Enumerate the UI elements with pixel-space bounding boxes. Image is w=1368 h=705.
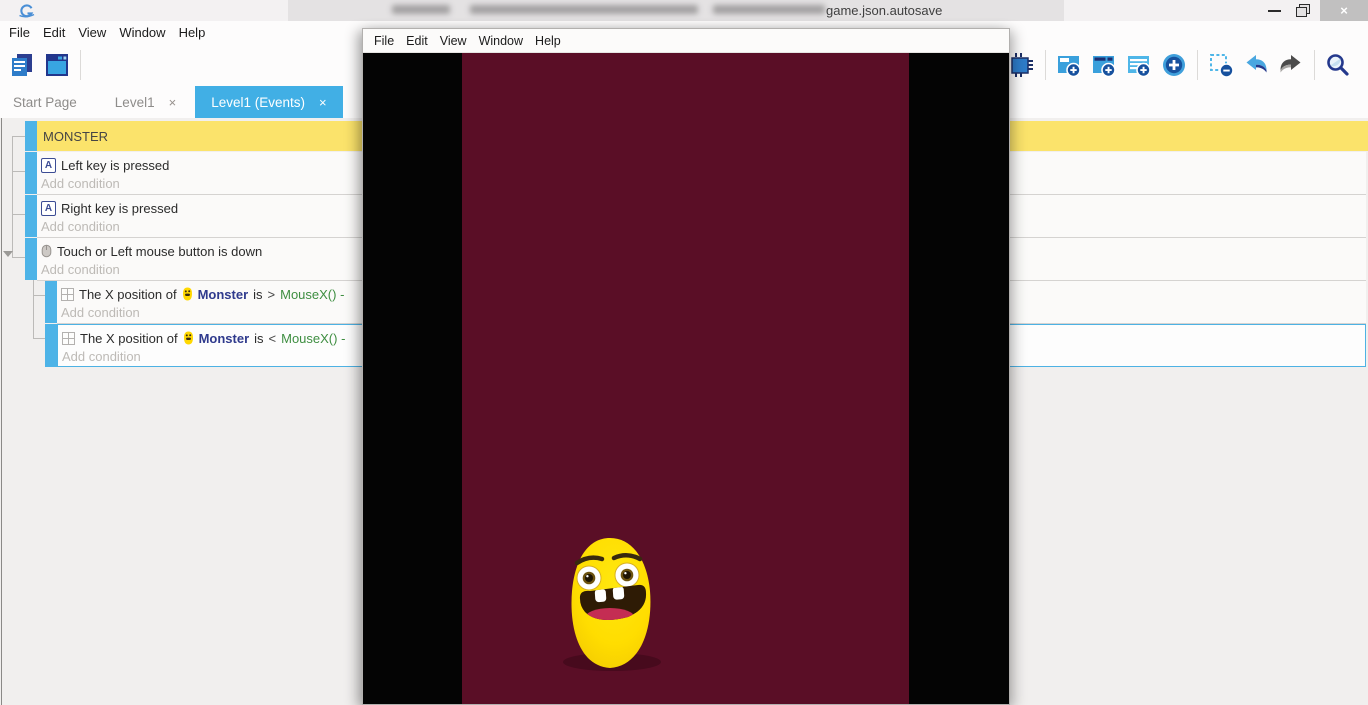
restore-button[interactable] xyxy=(1296,4,1311,17)
redacted-title-area: game.json.autosave xyxy=(288,0,1064,21)
project-manager-button[interactable] xyxy=(6,49,38,81)
event-handle[interactable] xyxy=(25,152,37,194)
preview-menu-edit[interactable]: Edit xyxy=(406,34,428,48)
search-button[interactable] xyxy=(1322,49,1354,81)
condition-text: is xyxy=(254,331,263,346)
project-manager-icon xyxy=(9,52,35,78)
object-name[interactable]: Monster xyxy=(199,331,250,346)
toolbar-separator xyxy=(1197,50,1198,80)
add-comment-icon xyxy=(1126,52,1152,78)
scene-window-button[interactable] xyxy=(41,49,73,81)
operator[interactable]: < xyxy=(269,331,277,346)
monster-object-icon xyxy=(182,287,193,301)
redo-icon xyxy=(1278,52,1304,78)
tab-level1[interactable]: Level1 × xyxy=(102,86,189,118)
game-preview-window: File Edit View Window Help xyxy=(362,28,1010,705)
tree-line xyxy=(33,295,45,296)
preview-menu-window[interactable]: Window xyxy=(479,34,523,48)
monster-object-icon xyxy=(183,331,194,345)
tree-line xyxy=(12,171,25,172)
object-name[interactable]: Monster xyxy=(198,287,249,302)
add-other-event-button[interactable] xyxy=(1158,49,1190,81)
add-comment-button[interactable] xyxy=(1123,49,1155,81)
add-sub-event-icon xyxy=(1091,52,1117,78)
tree-line xyxy=(33,338,45,339)
preview-menu-bar: File Edit View Window Help xyxy=(363,29,1009,53)
redo-button[interactable] xyxy=(1275,49,1307,81)
delete-event-icon xyxy=(1208,52,1234,78)
menu-window[interactable]: Window xyxy=(119,25,165,40)
add-event-icon xyxy=(1056,52,1082,78)
undo-button[interactable] xyxy=(1240,49,1272,81)
panel-left-border xyxy=(1,118,2,705)
delete-event-button[interactable] xyxy=(1205,49,1237,81)
event-handle[interactable] xyxy=(25,121,37,151)
condition-text[interactable]: Touch or Left mouse button is down xyxy=(57,244,262,259)
comment-text: MONSTER xyxy=(43,129,108,144)
event-handle[interactable] xyxy=(25,238,37,280)
position-icon xyxy=(61,288,74,301)
title-bar: game.json.autosave × xyxy=(0,0,1368,21)
condition-text[interactable]: The X position of xyxy=(79,287,177,302)
toolbar-separator xyxy=(80,50,81,80)
condition-text[interactable]: Right key is pressed xyxy=(61,201,178,216)
search-icon xyxy=(1325,52,1351,78)
window-title: game.json.autosave xyxy=(826,3,942,18)
tree-line xyxy=(12,214,25,215)
menu-file[interactable]: File xyxy=(9,25,30,40)
redacted-text-blob xyxy=(392,5,450,14)
toolbar-separator xyxy=(1314,50,1315,80)
mouse-icon xyxy=(41,244,52,258)
preview-menu-help[interactable]: Help xyxy=(535,34,561,48)
expression[interactable]: MouseX() - xyxy=(280,287,344,302)
tab-level1-events[interactable]: Level1 (Events) × xyxy=(195,86,342,118)
menu-edit[interactable]: Edit xyxy=(43,25,65,40)
monster-character xyxy=(560,533,672,683)
tab-close-icon[interactable]: × xyxy=(169,95,177,110)
operator[interactable]: > xyxy=(268,287,276,302)
add-other-event-icon xyxy=(1161,52,1187,78)
undo-icon xyxy=(1243,52,1269,78)
redacted-text-blob xyxy=(713,5,825,14)
preview-menu-file[interactable]: File xyxy=(374,34,394,48)
close-button[interactable]: × xyxy=(1320,0,1368,21)
game-canvas[interactable] xyxy=(363,53,1009,704)
condition-text[interactable]: The X position of xyxy=(80,331,178,346)
expression[interactable]: MouseX() - xyxy=(281,331,345,346)
position-icon xyxy=(62,332,75,345)
keyboard-key-icon: A xyxy=(41,201,56,216)
menu-help[interactable]: Help xyxy=(179,25,206,40)
gdevelop-app-window: game.json.autosave × File Edit View Wind… xyxy=(0,0,1368,705)
collapse-arrow-icon[interactable] xyxy=(3,251,13,257)
sub-event-handle[interactable] xyxy=(45,324,57,367)
tree-line xyxy=(12,136,13,257)
extensions-button[interactable] xyxy=(1006,49,1038,81)
menu-view[interactable]: View xyxy=(78,25,106,40)
condition-text[interactable]: Left key is pressed xyxy=(61,158,169,173)
close-icon: × xyxy=(1340,3,1348,18)
add-event-button[interactable] xyxy=(1053,49,1085,81)
toolbar-separator xyxy=(1045,50,1046,80)
add-sub-event-button[interactable] xyxy=(1088,49,1120,81)
tab-start-page[interactable]: Start Page xyxy=(0,86,90,118)
event-handle[interactable] xyxy=(25,195,37,237)
redacted-text-blob xyxy=(470,5,698,14)
scene-window-icon xyxy=(44,52,70,78)
tree-line xyxy=(12,136,25,137)
sub-event-handle[interactable] xyxy=(45,281,57,323)
minimize-button[interactable] xyxy=(1268,10,1281,12)
keyboard-key-icon: A xyxy=(41,158,56,173)
condition-text: is xyxy=(253,287,262,302)
preview-menu-view[interactable]: View xyxy=(440,34,467,48)
tab-close-icon[interactable]: × xyxy=(319,95,327,110)
game-stage[interactable] xyxy=(462,53,909,704)
gdevelop-logo-icon xyxy=(17,3,37,18)
tree-line xyxy=(12,257,25,258)
extensions-chip-icon xyxy=(1009,52,1035,78)
